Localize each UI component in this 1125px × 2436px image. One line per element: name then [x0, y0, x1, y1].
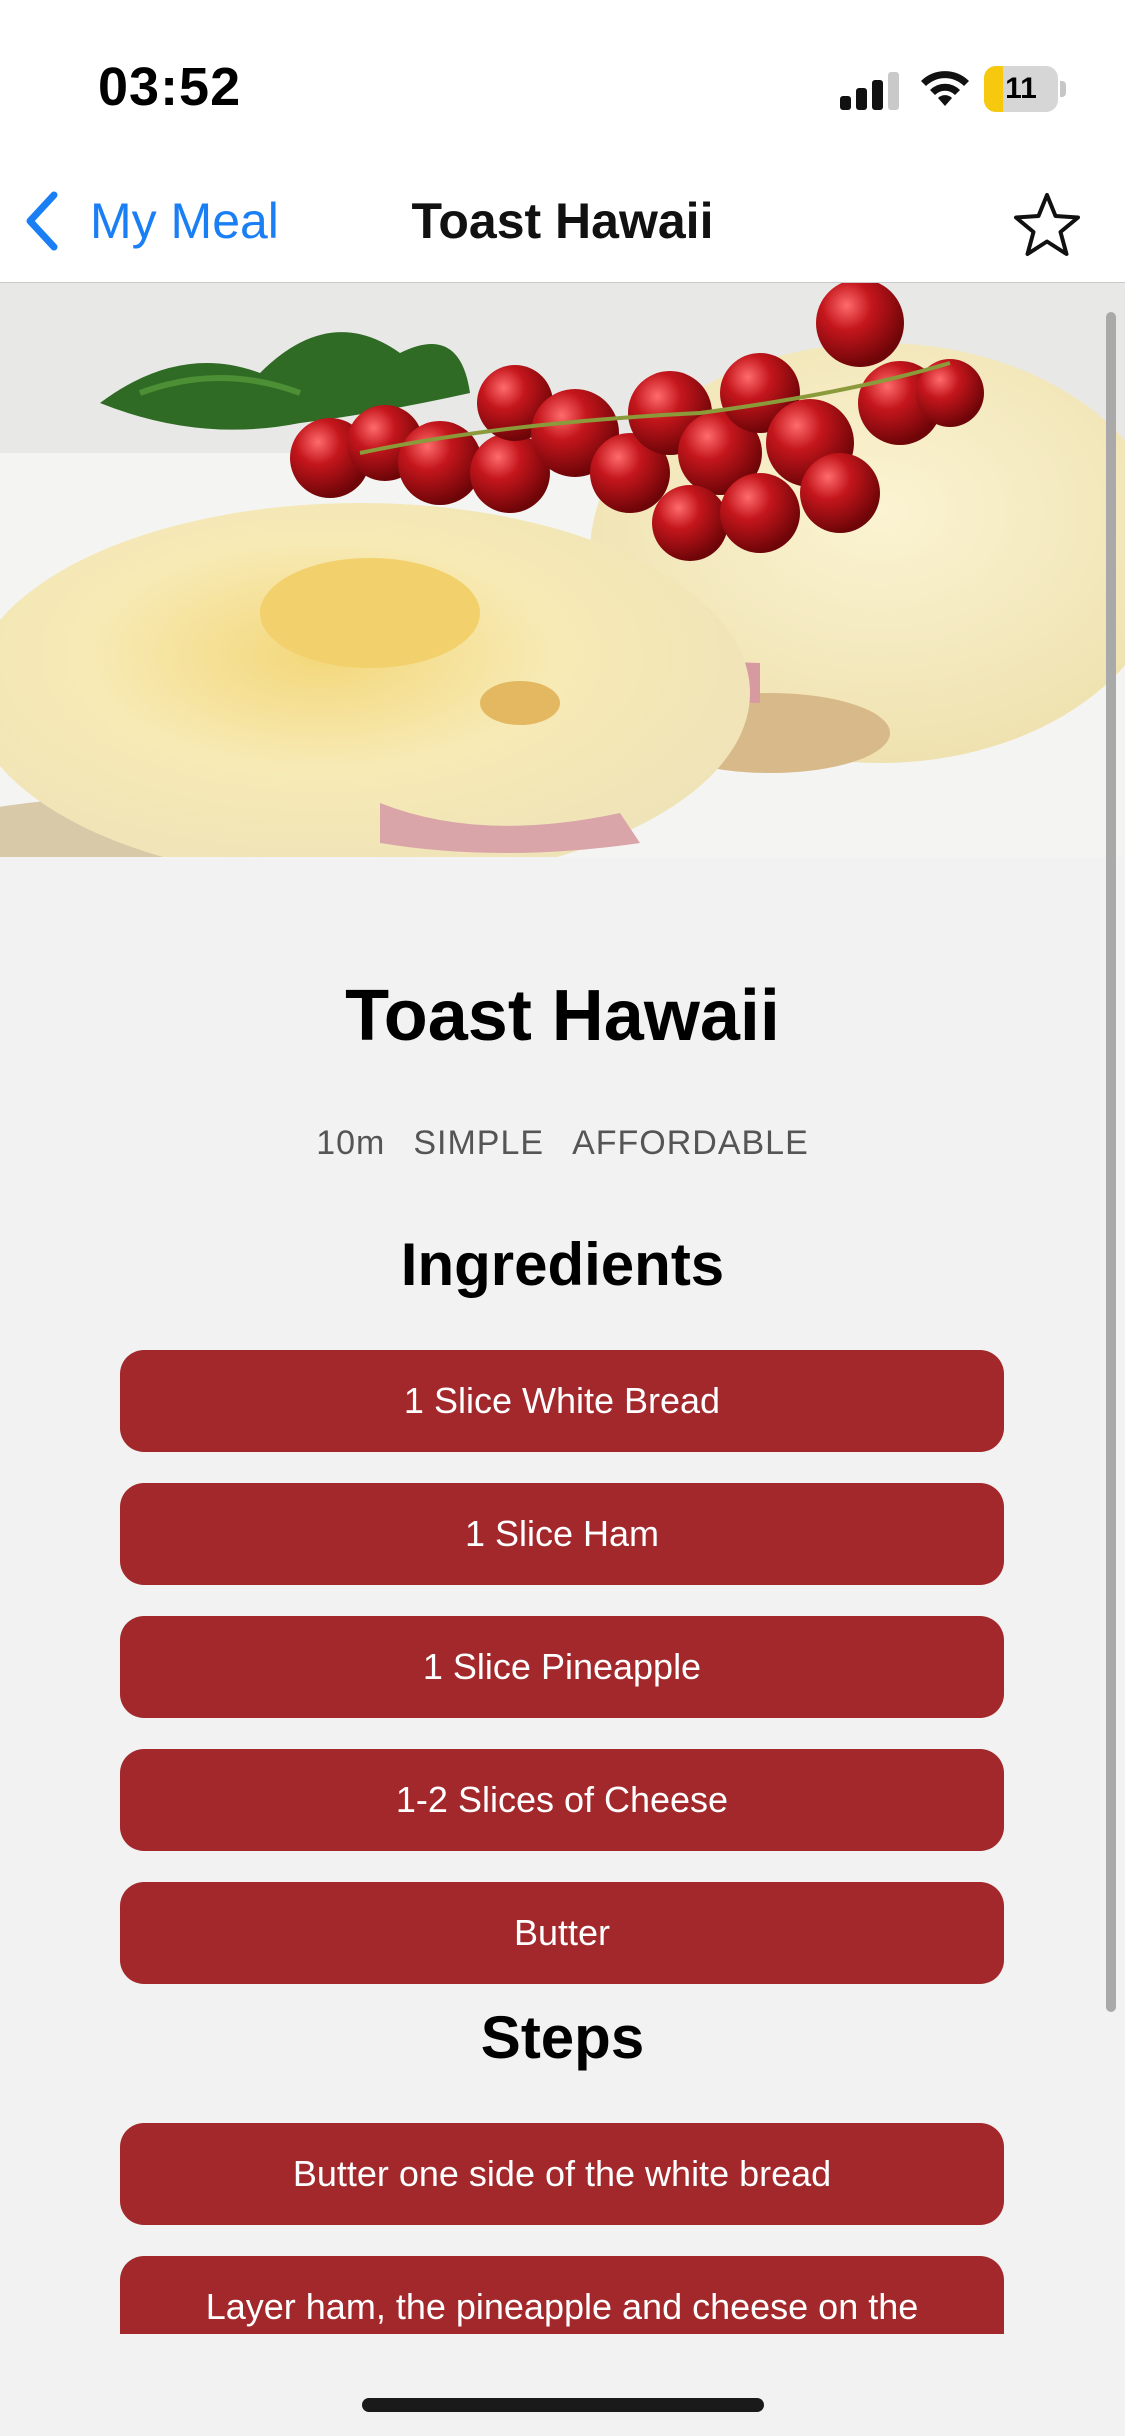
step-item: Butter one side of the white bread [120, 2123, 1004, 2225]
ingredients-title: Ingredients [400, 1231, 725, 1298]
meal-affordability: AFFORDABLE [572, 1124, 809, 1162]
ingredient-item: Butter [120, 1882, 1004, 1984]
meal-title: Toast Hawaii [345, 976, 780, 1056]
meal-duration: 10m [316, 1124, 386, 1162]
step-item: Layer ham, the pineapple and cheese on t… [120, 2256, 1004, 2334]
home-indicator[interactable] [362, 2398, 764, 2412]
ingredient-item: 1 Slice Pineapple [120, 1616, 1004, 1718]
ingredient-item: 1 Slice White Bread [120, 1350, 1004, 1452]
meal-image [0, 283, 1125, 857]
scroll-content[interactable]: Toast Hawaii 10m SIMPLE AFFORDABLE Ingre… [0, 0, 1125, 2334]
meal-complexity: SIMPLE [413, 1124, 545, 1162]
meal-details: 10m SIMPLE AFFORDABLE [0, 1124, 1125, 1163]
steps-title: Steps [480, 2004, 645, 2071]
ingredient-item: 1 Slice Ham [120, 1483, 1004, 1585]
ingredient-item: 1-2 Slices of Cheese [120, 1749, 1004, 1851]
